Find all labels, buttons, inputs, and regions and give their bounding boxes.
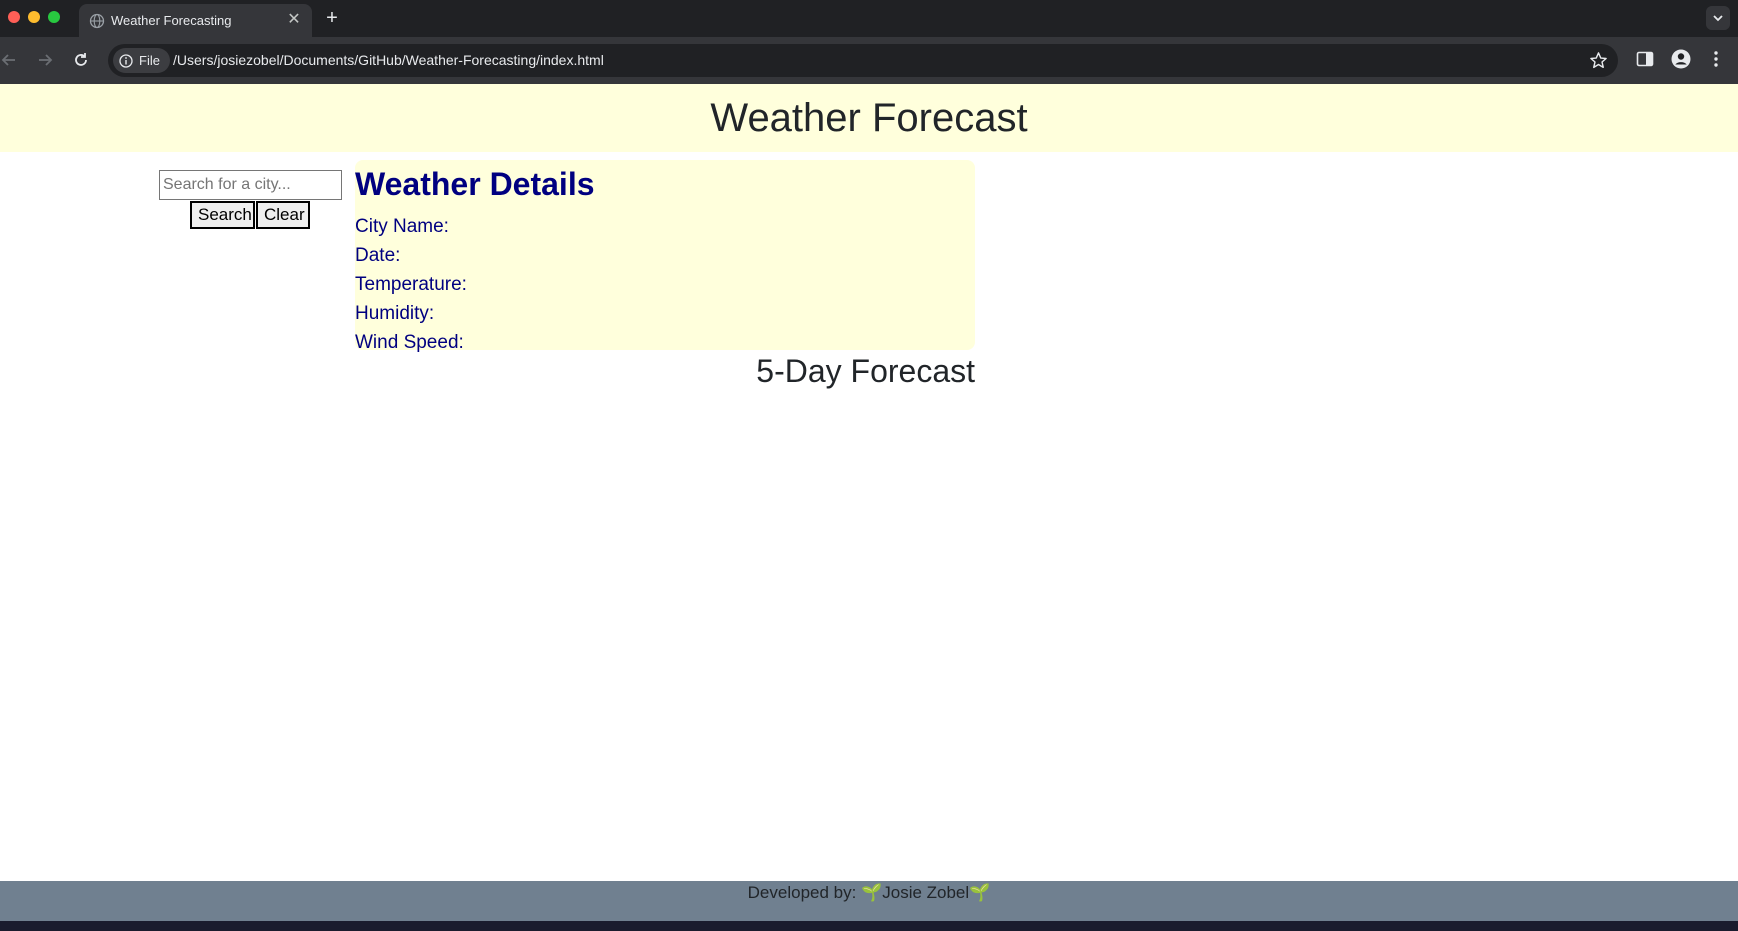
- forward-icon[interactable]: [34, 49, 56, 71]
- globe-icon: [89, 13, 105, 29]
- minimize-window-button[interactable]: [28, 11, 40, 23]
- forecast-heading: 5-Day Forecast: [756, 353, 975, 389]
- url-text[interactable]: /Users/josiezobel/Documents/GitHub/Weath…: [173, 44, 604, 77]
- bookmark-star-icon[interactable]: [1589, 51, 1608, 70]
- profile-icon[interactable]: [1671, 49, 1691, 69]
- reload-icon[interactable]: [70, 49, 92, 71]
- temperature-label: Temperature:: [355, 274, 467, 295]
- tab-close-icon[interactable]: ✕: [284, 10, 304, 30]
- browser-toolbar: File /Users/josiezobel/Documents/GitHub/…: [0, 37, 1738, 84]
- city-name-label: City Name:: [355, 216, 449, 237]
- sprout-icon: 🌱: [861, 883, 883, 902]
- tab-title: Weather Forecasting: [111, 13, 232, 28]
- back-icon[interactable]: [0, 49, 20, 71]
- sprout-icon: 🌱: [969, 883, 991, 902]
- site-header: Weather Forecast: [0, 84, 1738, 152]
- side-panel-icon[interactable]: [1636, 50, 1654, 68]
- more-menu-icon[interactable]: [1712, 49, 1720, 69]
- site-info-label: File: [139, 53, 160, 68]
- tab-search-icon[interactable]: [1706, 6, 1730, 30]
- date-label: Date:: [355, 245, 401, 266]
- desktop-edge: [0, 921, 1738, 931]
- city-search-input[interactable]: [159, 170, 342, 200]
- humidity-label: Humidity:: [355, 303, 435, 324]
- browser-tab-bar: Weather Forecasting ✕ +: [0, 0, 1738, 37]
- browser-tab[interactable]: Weather Forecasting ✕: [79, 4, 312, 37]
- close-window-button[interactable]: [8, 11, 20, 23]
- weather-details-heading: Weather Details: [355, 166, 595, 202]
- info-icon: [119, 53, 133, 68]
- page-footer: Developed by: 🌱Josie Zobel🌱: [0, 881, 1738, 921]
- page-content: Weather Forecast Search Clear Weather De…: [0, 84, 1738, 931]
- new-tab-icon[interactable]: +: [320, 6, 344, 30]
- clear-button[interactable]: Clear: [256, 201, 310, 229]
- footer-prefix: Developed by:: [747, 883, 862, 902]
- maximize-window-button[interactable]: [48, 11, 60, 23]
- search-button[interactable]: Search: [190, 201, 255, 229]
- weather-details-panel: Weather Details City Name: Date: Tempera…: [355, 160, 975, 353]
- developer-name: Josie Zobel: [882, 883, 970, 902]
- page-title: Weather Forecast: [710, 96, 1028, 140]
- site-info-chip[interactable]: File: [113, 48, 170, 73]
- address-bar[interactable]: File /Users/josiezobel/Documents/GitHub/…: [108, 44, 1618, 77]
